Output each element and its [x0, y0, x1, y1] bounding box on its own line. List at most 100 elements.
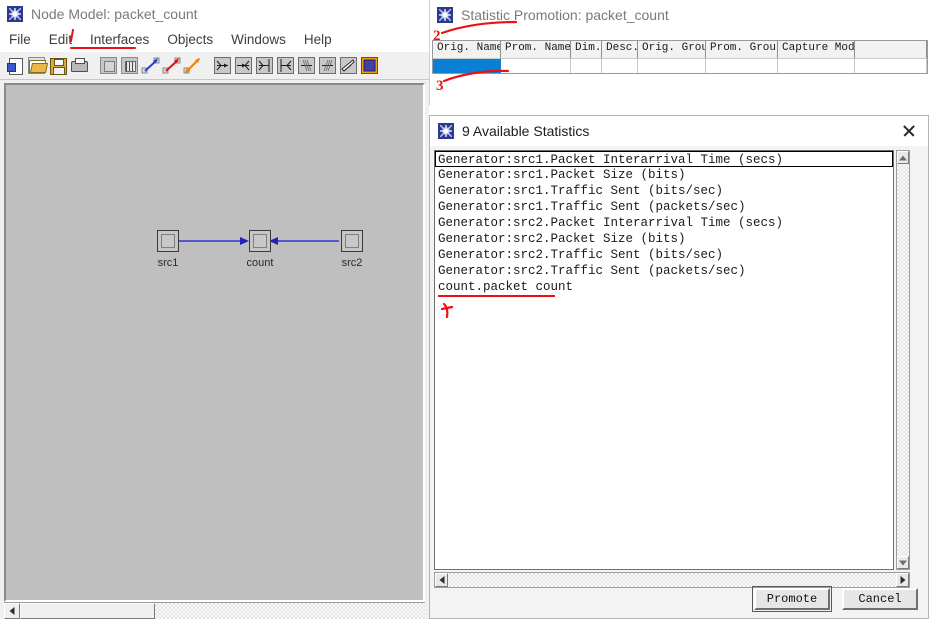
- stream-right-icon[interactable]: [234, 56, 253, 75]
- node-label-src2: src2: [341, 257, 363, 269]
- column-header-capture-mode: Capture Mode: [778, 41, 855, 58]
- menu-objects[interactable]: Objects: [167, 32, 222, 47]
- promotion-table-header: Orig. Name Prom. Name Dim. Desc. Orig. G…: [433, 41, 927, 58]
- node-model-toolbar: [0, 52, 429, 80]
- cell-filler: [855, 58, 927, 73]
- column-header-orig-name: Orig. Name: [433, 41, 501, 58]
- scroll-left-button[interactable]: [4, 603, 20, 619]
- node-model-canvas[interactable]: src1 count src2: [4, 83, 425, 602]
- list-item[interactable]: Generator:src1.Packet Size (bits): [435, 167, 893, 183]
- cancel-button[interactable]: Cancel: [842, 588, 918, 610]
- assoc-left-glyph: [298, 57, 315, 74]
- canvas-horizontal-scrollbar[interactable]: [4, 602, 425, 619]
- node-label-count: count: [246, 257, 274, 269]
- stat-wire-right-glyph: [277, 57, 294, 74]
- list-item[interactable]: Generator:src2.Traffic Sent (packets/sec…: [435, 263, 893, 279]
- open-folder-icon[interactable]: [27, 56, 46, 75]
- scroll-track-horizontal[interactable]: [155, 603, 425, 619]
- cell-capture-mode[interactable]: [778, 58, 855, 73]
- scroll-up-button[interactable]: [897, 151, 909, 164]
- stat-wire-right-icon[interactable]: [276, 56, 295, 75]
- assoc-right-icon[interactable]: [318, 56, 337, 75]
- list-item[interactable]: count.packet count: [435, 279, 893, 295]
- available-statistics-title: 9 Available Statistics: [462, 123, 590, 139]
- statistics-listbox[interactable]: Generator:src1.Packet Interarrival Time …: [434, 150, 894, 570]
- antenna-icon[interactable]: [339, 56, 358, 75]
- orange-double-arrow-icon[interactable]: [183, 56, 202, 75]
- close-icon[interactable]: [898, 120, 920, 142]
- orange-double-arrow-glyph: [183, 58, 200, 74]
- annotation-underline-count-packet-count: [438, 295, 555, 297]
- list-item[interactable]: Generator:src1.Traffic Sent (packets/sec…: [435, 199, 893, 215]
- node-label-src1: src1: [157, 257, 179, 269]
- menu-help[interactable]: Help: [304, 32, 341, 47]
- cancel-button-label: Cancel: [858, 592, 902, 606]
- stream-left-glyph: [214, 57, 231, 74]
- striped-square-icon[interactable]: [120, 56, 139, 75]
- scroll-right-button[interactable]: [896, 573, 909, 587]
- new-document-icon[interactable]: [6, 56, 25, 75]
- stream-right-glyph: [235, 57, 252, 74]
- blue-arrow-icon[interactable]: [141, 56, 160, 75]
- column-header-prom-name: Prom. Name: [501, 41, 571, 58]
- node-src1[interactable]: [157, 230, 179, 252]
- list-item[interactable]: Generator:src2.Traffic Sent (bits/sec): [435, 247, 893, 263]
- annotation-curve-2: [440, 20, 518, 34]
- list-item[interactable]: Generator:src1.Traffic Sent (bits/sec): [435, 183, 893, 199]
- available-statistics-dialog: 9 Available Statistics Generator:src1.Pa…: [429, 115, 929, 619]
- promote-button-label: Promote: [766, 592, 818, 606]
- scroll-track-horizontal[interactable]: [448, 573, 896, 587]
- red-arrow-glyph: [162, 57, 181, 74]
- column-header-dim: Dim.: [571, 41, 602, 58]
- node-src2[interactable]: [341, 230, 363, 252]
- scroll-down-button[interactable]: [897, 556, 909, 569]
- list-item[interactable]: Generator:src1.Packet Interarrival Time …: [435, 151, 893, 167]
- cell-orig-group[interactable]: [638, 58, 706, 73]
- stream-left-icon[interactable]: [213, 56, 232, 75]
- menu-interfaces[interactable]: Interfaces: [90, 32, 158, 47]
- menu-edit[interactable]: Edit: [49, 32, 81, 47]
- cell-prom-group[interactable]: [706, 58, 778, 73]
- node-model-titlebar: Node Model: packet_count: [0, 0, 429, 27]
- red-arrow-icon[interactable]: [162, 56, 181, 75]
- node-model-menubar: File Edit Interfaces Objects Windows Hel…: [0, 27, 429, 52]
- toolbar-separator-1: [90, 56, 99, 75]
- canvas-links: [179, 237, 339, 245]
- scroll-track-vertical[interactable]: [897, 164, 909, 556]
- screenshot-root: Node Model: packet_count File Edit Inter…: [0, 0, 929, 619]
- statistics-vertical-scrollbar[interactable]: [896, 150, 910, 570]
- stat-wire-left-icon[interactable]: [255, 56, 274, 75]
- list-item[interactable]: Generator:src2.Packet Interarrival Time …: [435, 215, 893, 231]
- column-header-orig-group: Orig. Group: [638, 41, 706, 58]
- scroll-left-button[interactable]: [435, 573, 448, 587]
- opnet-star-icon: [438, 123, 454, 139]
- node-count[interactable]: [249, 230, 271, 252]
- cell-desc[interactable]: [602, 58, 638, 73]
- node-model-title: Node Model: packet_count: [31, 5, 198, 22]
- assoc-left-icon[interactable]: [297, 56, 316, 75]
- statistic-promotion-window: Statistic Promotion: packet_count Orig. …: [429, 0, 929, 105]
- list-item[interactable]: Generator:src2.Packet Size (bits): [435, 231, 893, 247]
- scroll-thumb-horizontal[interactable]: [20, 603, 155, 619]
- processor-icon[interactable]: [360, 56, 379, 75]
- column-header-desc: Desc.: [602, 41, 638, 58]
- stat-wire-left-glyph: [256, 57, 273, 74]
- dialog-button-row: Promote Cancel: [752, 586, 918, 612]
- menu-file[interactable]: File: [9, 32, 40, 47]
- processor-glyph: [361, 57, 378, 74]
- column-header-prom-group: Prom. Group: [706, 41, 778, 58]
- available-statistics-titlebar: 9 Available Statistics: [430, 116, 928, 146]
- print-icon[interactable]: [69, 56, 88, 75]
- statistics-horizontal-scrollbar[interactable]: [434, 572, 910, 588]
- cell-dim[interactable]: [571, 58, 602, 73]
- column-header-filler: [855, 41, 927, 58]
- annotation-underline-interfaces: [70, 47, 136, 49]
- promote-button[interactable]: Promote: [752, 586, 832, 612]
- annotation-curve-3: [442, 69, 510, 82]
- save-floppy-icon[interactable]: [48, 56, 67, 75]
- toolbar-separator-2: [204, 56, 213, 75]
- cell-prom-name[interactable]: [501, 58, 571, 73]
- menu-windows[interactable]: Windows: [231, 32, 295, 47]
- solid-square-icon[interactable]: [99, 56, 118, 75]
- antenna-glyph: [340, 57, 357, 74]
